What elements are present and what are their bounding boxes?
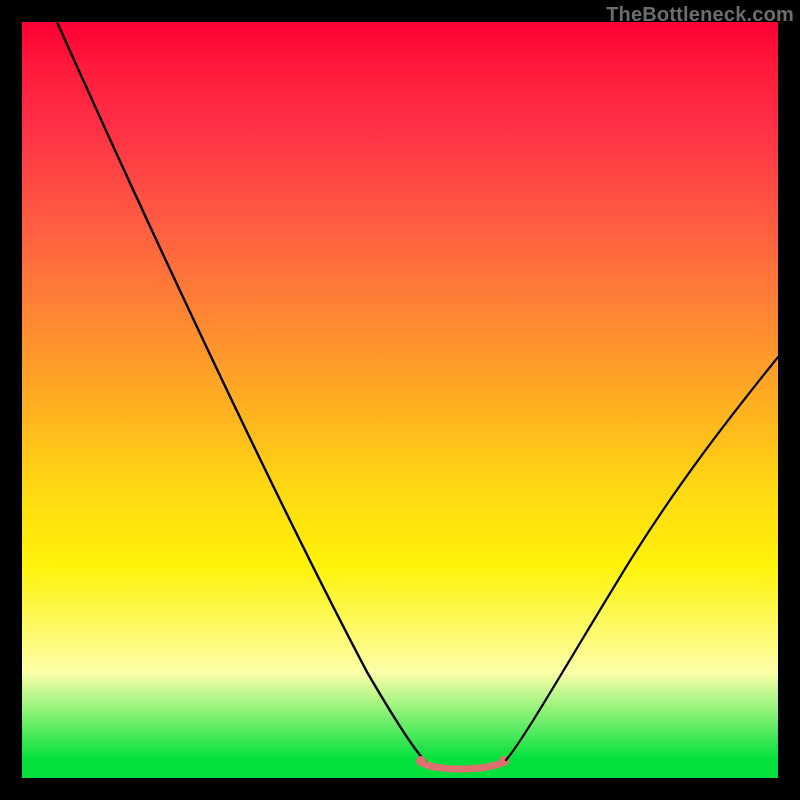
flat-marker-band [422, 763, 502, 769]
left-curve [57, 22, 426, 762]
chart-frame: TheBottleneck.com [0, 0, 800, 800]
watermark-text: TheBottleneck.com [606, 4, 794, 27]
right-curve [506, 357, 778, 760]
flat-marker-left-dot [416, 756, 426, 766]
curve-layer [22, 22, 778, 778]
